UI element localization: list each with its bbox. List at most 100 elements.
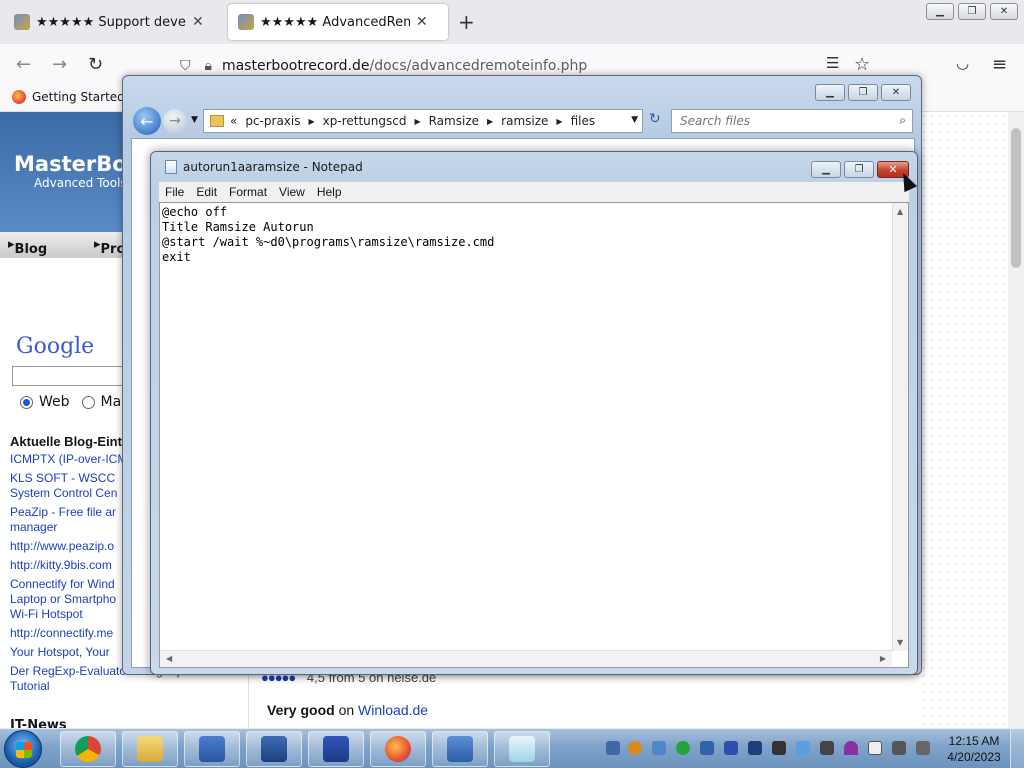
winload-link[interactable]: Winload.de (358, 702, 428, 718)
chevron-down-icon[interactable]: ▼ (631, 115, 638, 125)
close-tab-icon[interactable]: ✕ (416, 14, 428, 30)
tray-umbrella-icon[interactable] (844, 741, 858, 755)
breadcrumb-item[interactable]: ramsize (501, 114, 548, 128)
tray-database-icon[interactable] (724, 741, 738, 755)
notepad-maximize-button[interactable]: ❐ (844, 161, 874, 178)
pocket-icon[interactable]: ◡ (956, 54, 969, 72)
start-button[interactable] (4, 730, 42, 768)
tray-drive-icon[interactable] (700, 741, 714, 755)
bookmark-star-icon[interactable]: ☆ (854, 54, 870, 75)
blog-link[interactable]: http://connectify.me (10, 626, 130, 641)
taskbar-chrome[interactable] (60, 731, 116, 767)
menu-icon[interactable]: ≡ (992, 54, 1007, 75)
forward-arrow-icon[interactable]: → (52, 54, 67, 75)
explorer-close-button[interactable]: ✕ (881, 84, 911, 101)
tray-volume-muted-icon[interactable] (916, 741, 930, 755)
close-window-button[interactable]: ✕ (990, 3, 1018, 20)
bookmark-getting-started[interactable]: Getting Started (12, 90, 125, 104)
tray-tools-icon[interactable] (820, 741, 834, 755)
notepad-editor[interactable]: @echo off Title Ramsize Autorun @start /… (159, 202, 909, 668)
blog-link[interactable]: Laptop or Smartpho (10, 592, 130, 607)
notepad-text[interactable]: @echo off Title Ramsize Autorun @start /… (162, 205, 892, 265)
restore-button[interactable]: ❐ (958, 3, 986, 20)
scroll-left-icon[interactable]: ◀ (166, 654, 172, 663)
refresh-icon[interactable]: ↻ (649, 111, 661, 127)
taskbar-explorer[interactable] (122, 731, 178, 767)
close-tab-icon[interactable]: ✕ (192, 14, 204, 30)
explorer-minimize-button[interactable]: ▁ (815, 84, 845, 101)
vertical-scrollbar[interactable]: ▲ ▼ (892, 203, 908, 651)
blog-link[interactable]: http://www.peazip.o (10, 539, 130, 554)
blog-link[interactable]: Tutorial (10, 679, 130, 694)
minimize-button[interactable]: ▁ (926, 3, 954, 20)
blog-link[interactable]: Der RegExp-Evaluator - RegExp (10, 664, 183, 679)
taskbar-notepad[interactable] (494, 731, 550, 767)
reload-icon[interactable]: ↻ (88, 54, 103, 75)
tray-power-icon[interactable] (676, 741, 690, 755)
radio-web[interactable] (20, 395, 33, 409)
taskbar-app-network[interactable] (432, 731, 488, 767)
chevron-right-icon[interactable]: ▶ (556, 117, 562, 126)
chevron-right-icon[interactable]: ▶ (487, 117, 493, 126)
blog-link[interactable]: Wi-Fi Hotspot (10, 607, 130, 622)
tab-support-development[interactable]: ★★★★★ Support developme ✕ (4, 4, 222, 40)
tray-search-icon[interactable] (628, 741, 642, 755)
tray-network-icon[interactable] (892, 741, 906, 755)
back-arrow-icon[interactable]: ← (133, 107, 161, 135)
notepad-minimize-button[interactable]: ▁ (811, 161, 841, 178)
blog-link[interactable]: manager (10, 520, 130, 535)
scroll-right-icon[interactable]: ▶ (880, 654, 886, 663)
nav-blog[interactable]: ▸ Blog (8, 237, 47, 257)
chevron-right-icon[interactable]: ▶ (308, 117, 314, 126)
reader-view-icon[interactable]: ☰ (826, 54, 839, 72)
menu-view[interactable]: View (273, 185, 311, 199)
site-logo[interactable]: MasterBoo Advanced Tools (0, 112, 141, 232)
new-tab-button[interactable]: + (458, 10, 475, 34)
radio-site[interactable] (81, 395, 95, 409)
nav-products[interactable]: ▸ Pro (94, 237, 125, 257)
breadcrumb-overflow[interactable]: « (230, 114, 237, 128)
menu-edit[interactable]: Edit (190, 185, 223, 199)
taskbar-app-checklist[interactable] (184, 731, 240, 767)
show-desktop-button[interactable] (1010, 729, 1024, 768)
google-search-input[interactable] (12, 366, 132, 386)
blog-link[interactable]: http://kitty.9bis.com (10, 558, 130, 573)
tab-advancedremoteinfo[interactable]: ★★★★★ AdvancedRemoteInfo ✕ (228, 4, 448, 40)
tray-dropbox-icon[interactable] (796, 741, 810, 755)
lock-icon[interactable]: 🔒︎ (205, 58, 212, 74)
blog-link[interactable]: System Control Cen (10, 486, 130, 501)
tray-user-icon[interactable] (606, 741, 620, 755)
search-icon[interactable]: ⌕ (899, 113, 906, 128)
taskbar-app-anydesk[interactable] (308, 731, 364, 767)
breadcrumb-item[interactable]: xp-rettungscd (323, 114, 407, 128)
tray-arch-icon[interactable] (748, 741, 762, 755)
chevron-right-icon[interactable]: ▶ (414, 117, 420, 126)
back-arrow-icon[interactable]: ← (16, 54, 31, 75)
scroll-up-icon[interactable]: ▲ (897, 207, 903, 216)
tray-keyboard-icon[interactable] (772, 741, 786, 755)
taskbar-firefox[interactable] (370, 731, 426, 767)
blog-link[interactable]: Your Hotspot, Your (10, 645, 130, 660)
breadcrumb-item[interactable]: Ramsize (429, 114, 479, 128)
breadcrumb-item[interactable]: files (571, 114, 596, 128)
scrollbar-thumb[interactable] (1011, 128, 1021, 268)
blog-link[interactable]: ICMPTX (IP-over-ICM (10, 452, 130, 467)
blog-link[interactable]: Connectify for Wind (10, 577, 130, 592)
tray-image-icon[interactable] (652, 741, 666, 755)
blog-link[interactable]: PeaZip - Free file ar (10, 505, 130, 520)
menu-format[interactable]: Format (223, 185, 273, 199)
recent-pages-icon[interactable]: ▼ (191, 115, 198, 125)
taskbar-app-remote[interactable] (246, 731, 302, 767)
explorer-search-input[interactable]: Search files ⌕ (671, 109, 913, 133)
horizontal-scrollbar[interactable]: ◀ ▶ (160, 650, 892, 667)
taskbar-clock[interactable]: 12:15 AM 4/20/2023 (944, 733, 1004, 765)
explorer-maximize-button[interactable]: ❐ (848, 84, 878, 101)
menu-help[interactable]: Help (311, 185, 348, 199)
menu-file[interactable]: File (159, 185, 190, 199)
explorer-address-bar[interactable]: « pc-praxis ▶ xp-rettungscd ▶ Ramsize ▶ ram… (203, 109, 643, 133)
blog-link[interactable]: KLS SOFT - WSCC (10, 471, 130, 486)
shield-icon[interactable]: ⛉ (180, 58, 191, 74)
breadcrumb-item[interactable]: pc-praxis (245, 114, 300, 128)
page-scrollbar[interactable] (1008, 112, 1024, 728)
tray-flag-icon[interactable] (868, 741, 882, 755)
